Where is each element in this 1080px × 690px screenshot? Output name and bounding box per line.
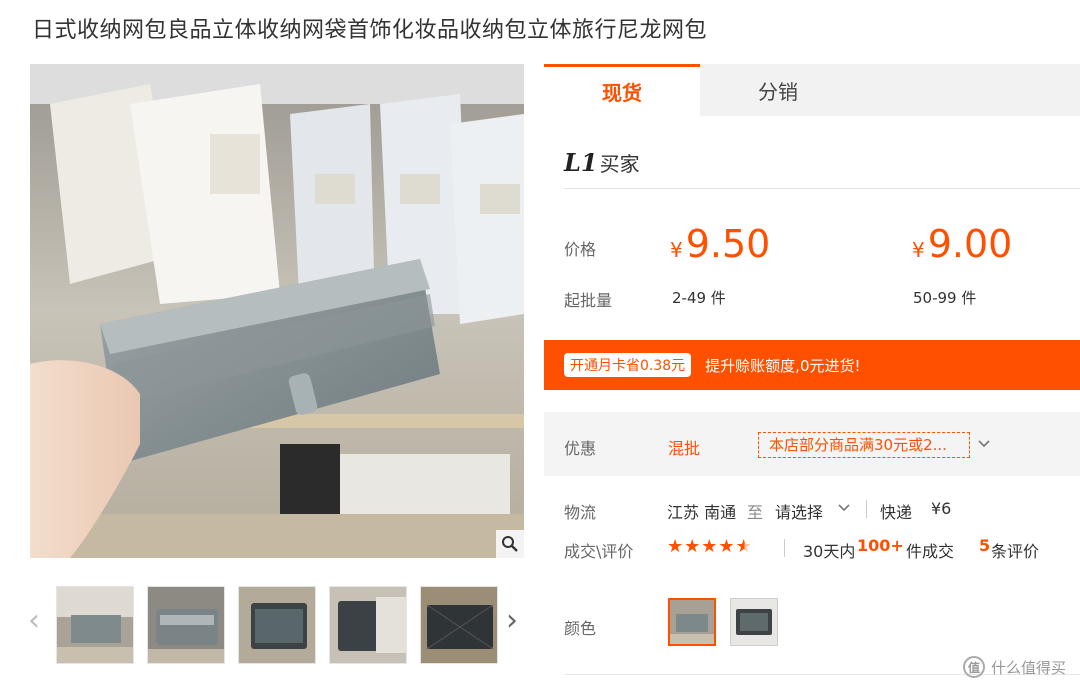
price-tier-2-value: 9.00 <box>927 222 1013 266</box>
thumbnail-1[interactable] <box>56 586 134 664</box>
discount-label: 优惠 <box>564 439 597 458</box>
star-half-icon: ★ <box>735 536 753 557</box>
thumbnail-4[interactable] <box>329 586 407 664</box>
currency-symbol: ¥ <box>670 238 683 262</box>
trade-count: 100+ <box>857 536 904 555</box>
buyer-level-badge: L1 <box>564 148 598 177</box>
price-tier-2-range: 50-99 件 <box>913 289 977 307</box>
ship-from: 江苏 南通 <box>667 503 737 522</box>
separator <box>866 500 867 518</box>
mixed-wholesale-link[interactable]: 混批 <box>668 435 700 459</box>
price-tier-1-range: 2-49 件 <box>672 289 726 307</box>
currency-symbol: ¥ <box>912 238 925 262</box>
price-tier-2: ¥ 9.00 <box>912 222 1012 266</box>
chevron-left-icon[interactable]: ‹ <box>28 606 40 636</box>
main-product-photo[interactable] <box>30 64 524 558</box>
chevron-down-icon[interactable] <box>978 437 990 453</box>
min-order-label: 起批量 <box>564 291 613 310</box>
divider <box>564 188 1080 189</box>
product-title: 日式收纳网包良品立体收纳网袋首饰化妆品收纳包立体旅行尼龙网包 <box>32 18 708 43</box>
thumbnail-5[interactable] <box>420 586 498 664</box>
separator <box>784 539 785 557</box>
tab-distribution[interactable]: 分销 <box>700 64 856 116</box>
thumbnail-2[interactable] <box>147 586 225 664</box>
buyer-level: L1 买家 <box>564 148 640 177</box>
coupon-tag[interactable]: 本店部分商品满30元或2... <box>758 432 970 458</box>
trade-period: 30天内 <box>803 542 856 561</box>
trade-count-unit: 件成交 <box>906 542 955 561</box>
review-count-unit[interactable]: 条评价 <box>991 538 1039 562</box>
tab-in-stock[interactable]: 现货 <box>544 64 700 116</box>
star-icon: ★ <box>718 536 736 557</box>
review-count[interactable]: 5 <box>979 536 990 555</box>
color-swatch-black[interactable] <box>730 598 778 646</box>
watermark-logo-icon: 值 <box>962 656 985 678</box>
shipping-fee: ¥6 <box>931 499 952 518</box>
magnifier-icon[interactable] <box>496 530 524 558</box>
buyer-level-text: 买家 <box>599 152 640 176</box>
star-icon: ★ <box>701 536 719 557</box>
shipping-method: 快递 <box>880 503 913 522</box>
promo-text: 提升赊账额度,0元进货! <box>705 356 861 375</box>
chevron-right-icon[interactable]: › <box>506 606 518 636</box>
thumbnail-strip: ‹ › <box>26 584 530 664</box>
destination-select[interactable]: 请选择 <box>775 499 823 523</box>
price-tier-1: ¥ 9.50 <box>670 222 770 266</box>
promo-banner[interactable]: 开通月卡省0.38元 提升赊账额度,0元进货! <box>544 340 1080 390</box>
color-label: 颜色 <box>564 619 597 638</box>
logistics-label: 物流 <box>564 503 597 522</box>
chevron-down-icon[interactable] <box>838 501 850 517</box>
trade-label: 成交\评价 <box>564 542 634 561</box>
thumbnail-3[interactable] <box>238 586 316 664</box>
product-photo-illustration <box>30 64 524 558</box>
purchase-tabs: 现货 分销 <box>544 64 1080 116</box>
rating-stars: ★★★★★ <box>667 536 753 557</box>
watermark-text: 什么值得买 <box>990 658 1066 677</box>
ship-to-word: 至 <box>747 503 764 522</box>
color-swatch-grey[interactable] <box>668 598 716 646</box>
star-icon: ★ <box>684 536 702 557</box>
price-tier-1-value: 9.50 <box>685 222 771 266</box>
monthly-card-tag[interactable]: 开通月卡省0.38元 <box>564 353 692 377</box>
star-icon: ★ <box>667 536 685 557</box>
site-watermark: 值 什么值得买 <box>962 656 1066 678</box>
price-label: 价格 <box>564 240 597 259</box>
